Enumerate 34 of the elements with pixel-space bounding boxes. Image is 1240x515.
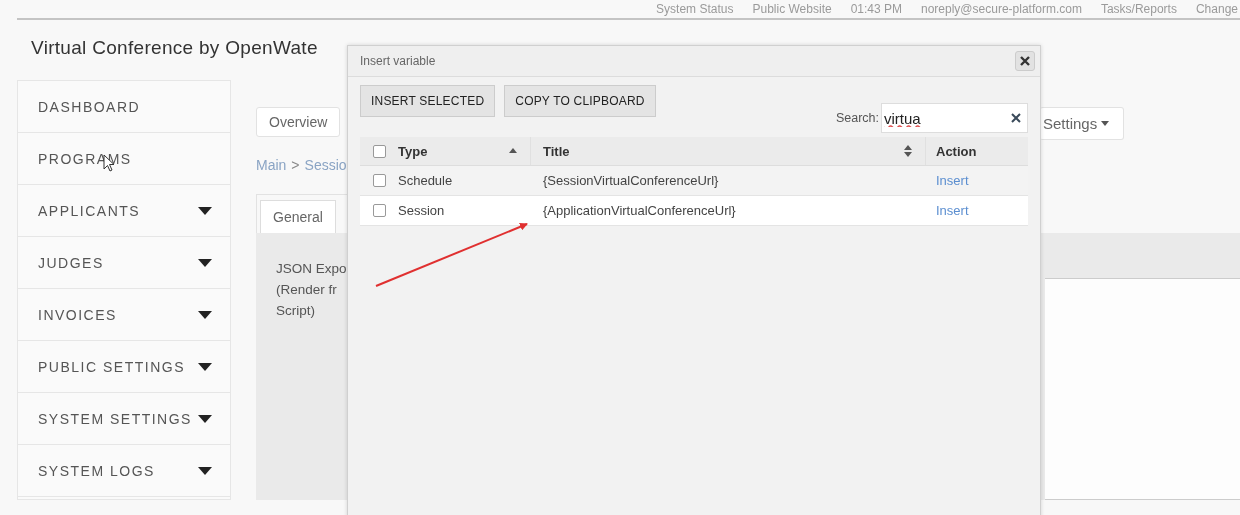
column-header[interactable]: Title xyxy=(530,137,925,165)
action-button[interactable]: COPY TO CLIPBOARD xyxy=(504,85,656,117)
sidebar-item[interactable]: APPLICANTS xyxy=(18,185,230,237)
page-title: Virtual Conference by OpenWate xyxy=(31,37,318,59)
search-field[interactable]: virtua xyxy=(881,103,1028,133)
checkbox[interactable] xyxy=(372,204,386,217)
breadcrumb-separator: > xyxy=(291,157,300,173)
search-label: Search: xyxy=(835,111,879,125)
sort-icon xyxy=(903,145,913,157)
dialog-title: Insert variable xyxy=(360,54,436,68)
column-header[interactable]: Action xyxy=(925,137,1028,165)
column-header[interactable]: Type xyxy=(398,137,530,165)
table-cell: {SessionVirtualConferenceUrl} xyxy=(543,173,719,188)
close-icon xyxy=(1020,56,1030,66)
clear-icon[interactable] xyxy=(1011,113,1021,123)
checkbox[interactable] xyxy=(372,144,386,158)
caret-icon xyxy=(1101,121,1110,126)
sidebar-item[interactable]: INVOICES xyxy=(18,289,230,341)
sidebar-item[interactable]: SYSTEM LOGS xyxy=(18,445,230,497)
field-label: JSON Expo (Render fr Script) xyxy=(275,260,348,320)
table-cell: Schedule xyxy=(398,173,453,188)
insert-link[interactable]: Insert xyxy=(936,203,969,218)
settings-button[interactable]: Settings xyxy=(1040,107,1125,140)
checkbox[interactable] xyxy=(372,174,386,187)
sidebar-item[interactable]: JUDGES xyxy=(18,237,230,289)
overview-button[interactable]: Overview xyxy=(256,107,341,137)
sidebar-item[interactable]: PUBLIC SETTINGS xyxy=(18,341,230,393)
close-button[interactable] xyxy=(1015,51,1035,71)
sidebar-item[interactable]: DASHBOARD xyxy=(18,81,230,133)
sidebar-item[interactable]: SYSTEM SETTINGS xyxy=(18,393,230,445)
table-cell: {ApplicationVirtualConferenceUrl} xyxy=(543,203,736,218)
action-button[interactable]: INSERT SELECTED xyxy=(360,85,496,117)
table-cell: Session xyxy=(398,203,445,218)
tab[interactable]: General xyxy=(260,200,336,233)
